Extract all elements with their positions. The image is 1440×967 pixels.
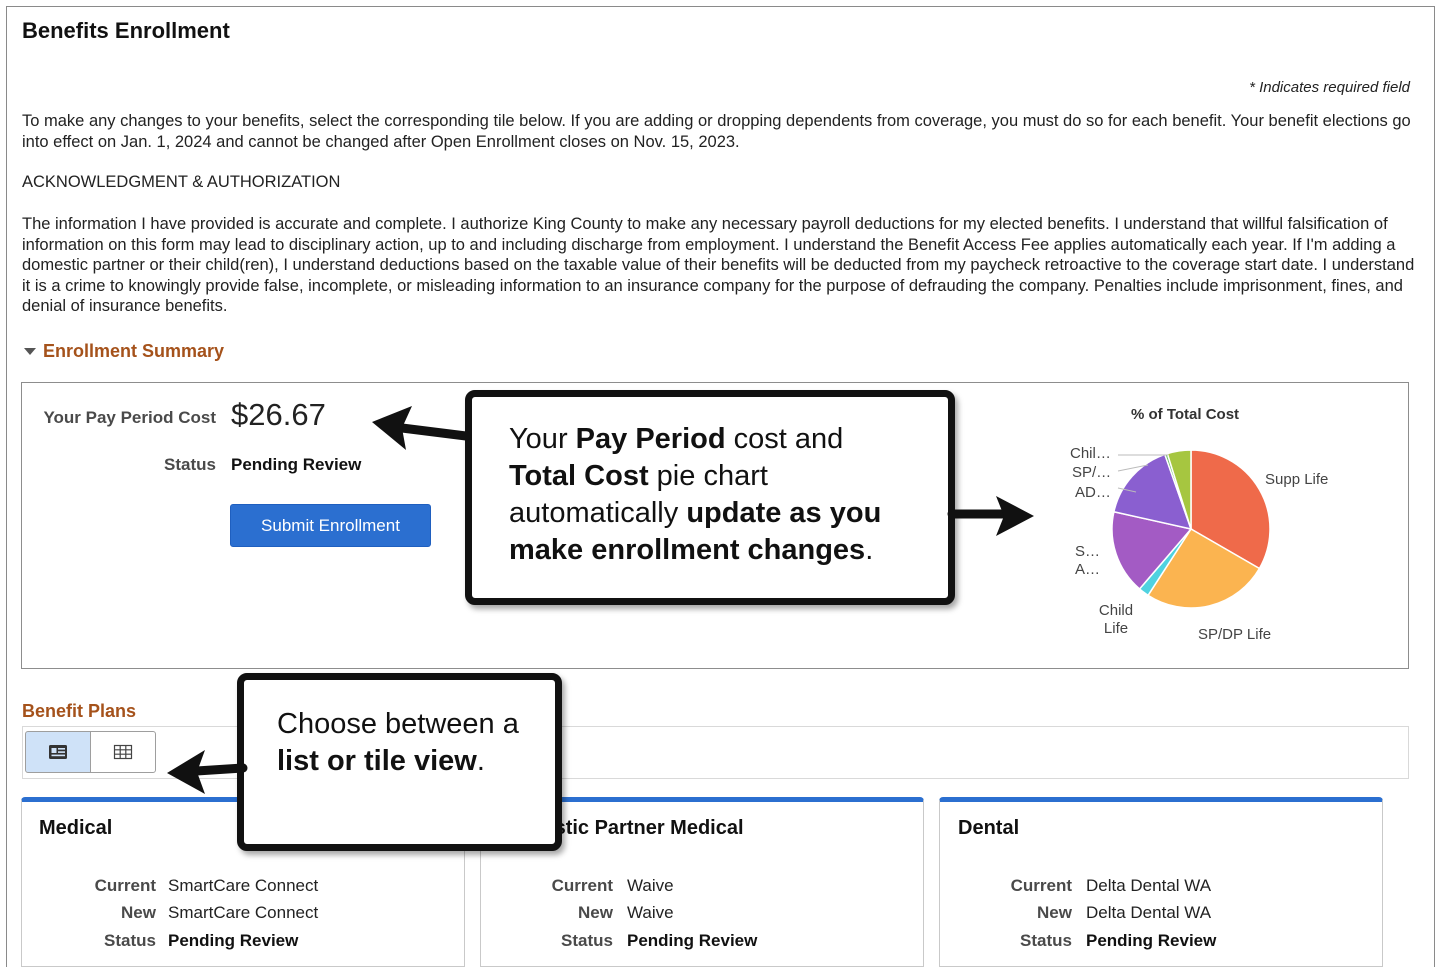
pie-label-s-a: S… A…	[1075, 543, 1101, 578]
collapse-triangle-icon	[24, 348, 36, 355]
new-value: SmartCare Connect	[168, 903, 319, 922]
current-label: Current	[551, 876, 613, 895]
status-label: Status	[561, 931, 613, 950]
list-view-icon	[49, 745, 67, 759]
submit-enrollment-button[interactable]: Submit Enrollment	[230, 504, 431, 547]
tile-title: Dental	[958, 817, 1020, 839]
view-toggle-callout: Choose between a list or tile view.	[237, 673, 562, 851]
summary-status-label: Status	[164, 455, 216, 474]
arrow-left-icon	[167, 750, 248, 794]
new-label: New	[578, 903, 613, 922]
status-value: Pending Review	[627, 931, 758, 950]
list-view-button[interactable]	[25, 731, 91, 773]
status-label: Status	[104, 931, 156, 950]
new-value: Waive	[627, 903, 674, 922]
plan-tile-dental[interactable]: Dental Current Delta Dental WA New Delta…	[939, 797, 1383, 967]
pie-label-child-life: Child Life	[1098, 602, 1134, 637]
summary-status-value: Pending Review	[231, 455, 362, 474]
acknowledgment-text: The information I have provided is accur…	[22, 215, 1415, 315]
new-label: New	[1037, 903, 1072, 922]
pie-label-sp-dp-life: SP/DP Life	[1198, 626, 1272, 643]
grid-view-button[interactable]	[90, 731, 156, 773]
status-value: Pending Review	[1086, 931, 1217, 950]
status-value: Pending Review	[168, 931, 299, 950]
pie-chart	[1111, 449, 1271, 609]
tile-title: Medical	[39, 817, 113, 839]
enrollment-summary-toggle[interactable]: Enrollment Summary	[24, 341, 224, 362]
acknowledgment-heading: ACKNOWLEDGMENT & AUTHORIZATION	[22, 173, 341, 191]
current-label: Current	[94, 876, 156, 895]
grid-view-icon	[113, 744, 133, 760]
arrow-right-icon	[947, 496, 1034, 536]
current-value: SmartCare Connect	[168, 876, 319, 895]
benefit-plans-title: Benefit Plans	[22, 701, 137, 721]
chart-title: % of Total Cost	[1131, 406, 1240, 423]
pay-period-cost-value: $26.67	[231, 397, 326, 432]
current-label: Current	[1010, 876, 1072, 895]
new-value: Delta Dental WA	[1086, 903, 1212, 922]
arrow-left-icon	[372, 406, 471, 450]
pie-label-ad: AD…	[1075, 484, 1111, 501]
status-label: Status	[1020, 931, 1072, 950]
new-label: New	[121, 903, 156, 922]
pay-period-cost-label: Your Pay Period Cost	[43, 408, 216, 427]
pie-label-supp-life: Supp Life	[1265, 471, 1329, 488]
intro-text: To make any changes to your benefits, se…	[22, 112, 1411, 151]
required-field-note: * Indicates required field	[1249, 79, 1410, 96]
current-value: Waive	[627, 876, 674, 895]
page-title: Benefits Enrollment	[22, 18, 230, 43]
pie-label-chil: Chil…	[1070, 445, 1111, 462]
pie-label-sp: SP/…	[1072, 464, 1112, 481]
current-value: Delta Dental WA	[1086, 876, 1212, 895]
pay-period-callout: Your Pay Period cost and Total Cost pie …	[465, 390, 955, 605]
enrollment-summary-label: Enrollment Summary	[43, 341, 225, 361]
